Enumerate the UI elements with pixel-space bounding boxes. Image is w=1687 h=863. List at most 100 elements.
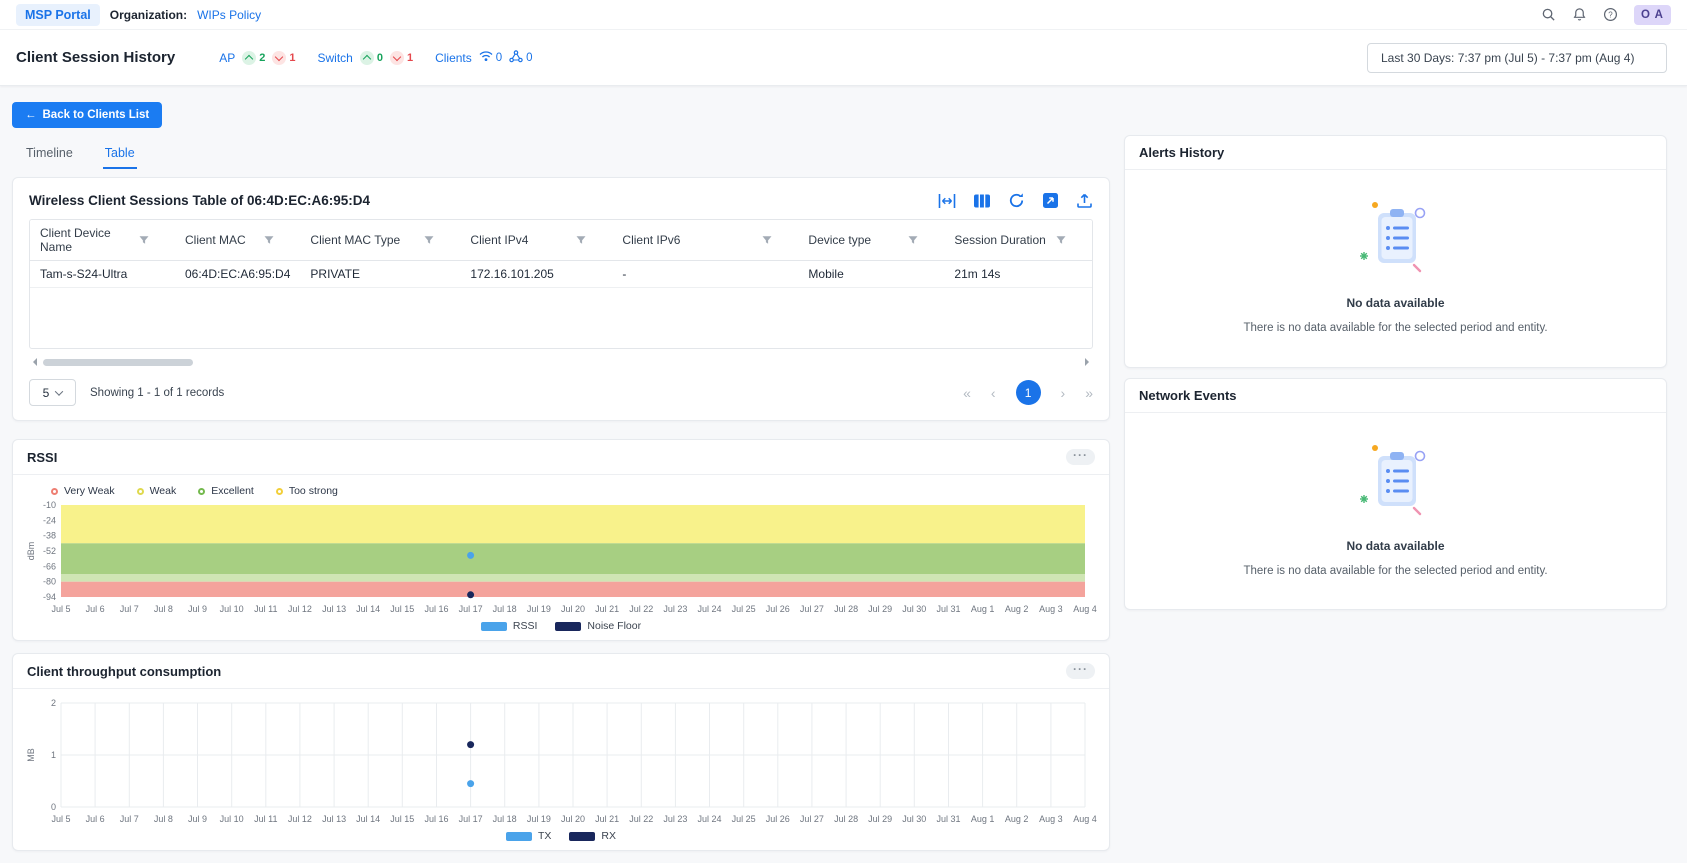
scroll-right-icon[interactable] (1085, 358, 1093, 366)
svg-text:MB: MB (26, 748, 36, 762)
next-page-button[interactable]: › (1061, 386, 1066, 400)
svg-text:Jul 12: Jul 12 (288, 814, 312, 824)
throughput-title: Client throughput consumption (27, 664, 221, 679)
no-data-title: No data available (1346, 296, 1444, 310)
svg-text:dBm: dBm (26, 542, 36, 561)
svg-text:Jul 12: Jul 12 (288, 604, 312, 614)
fit-columns-icon[interactable] (938, 193, 956, 209)
legend-item[interactable]: RSSI (481, 620, 538, 632)
ellipsis-menu-icon[interactable]: ··· (1066, 449, 1095, 465)
column-header[interactable]: Client IPv4 (460, 220, 612, 261)
wired-clients-count: 0 (526, 52, 532, 64)
up-chevron-icon (242, 51, 256, 65)
tab-table[interactable]: Table (103, 142, 137, 169)
svg-text:Jul 19: Jul 19 (527, 604, 551, 614)
svg-text:Jul 23: Jul 23 (663, 604, 687, 614)
table-row[interactable]: Tam-s-S24-Ultra06:4D:EC:A6:95:D4PRIVATE1… (30, 261, 1092, 288)
clients-stats: Clients 0 0 (435, 50, 533, 66)
svg-text:Jul 21: Jul 21 (595, 604, 619, 614)
svg-text:Jul 10: Jul 10 (220, 604, 244, 614)
scroll-left-icon[interactable] (29, 358, 37, 366)
svg-text:Jul 24: Jul 24 (697, 814, 721, 824)
svg-text:Aug 2: Aug 2 (1005, 814, 1029, 824)
wired-clients-badge: 0 (509, 50, 532, 66)
table-cell: 06:4D:EC:A6:95:D4 (175, 261, 300, 288)
filter-funnel-icon[interactable] (139, 235, 149, 245)
switch-label[interactable]: Switch (317, 51, 352, 65)
column-header[interactable]: Session Duration (944, 220, 1092, 261)
ellipsis-menu-icon[interactable]: ··· (1066, 663, 1095, 679)
scrollbar-track[interactable] (43, 358, 1079, 366)
column-header[interactable]: Client MAC Type (300, 220, 460, 261)
tab-timeline[interactable]: Timeline (24, 142, 75, 169)
page-header: Client Session History AP 2 1 Switch 0 1… (0, 30, 1687, 86)
previous-page-button[interactable]: ‹ (991, 386, 996, 400)
svg-text:Jul 25: Jul 25 (732, 604, 756, 614)
ap-down-badge: 1 (272, 51, 295, 65)
refresh-icon[interactable] (1008, 192, 1025, 209)
back-to-clients-button[interactable]: ← Back to Clients List (12, 102, 162, 128)
svg-text:Aug 4: Aug 4 (1073, 814, 1097, 824)
scrollbar-thumb[interactable] (43, 359, 193, 366)
data-point (467, 780, 474, 787)
date-range-picker[interactable]: Last 30 Days: 7:37 pm (Jul 5) - 7:37 pm … (1367, 43, 1667, 73)
msp-portal-button[interactable]: MSP Portal (16, 4, 100, 26)
filter-funnel-icon[interactable] (762, 235, 772, 245)
down-chevron-icon (390, 51, 404, 65)
filter-funnel-icon[interactable] (576, 235, 586, 245)
legend-label: Noise Floor (587, 620, 641, 632)
filter-funnel-icon[interactable] (1056, 235, 1066, 245)
filter-funnel-icon[interactable] (424, 235, 434, 245)
avatar[interactable]: O A (1634, 5, 1671, 25)
page-size-select[interactable]: 5 (29, 379, 76, 406)
search-icon[interactable] (1541, 7, 1556, 22)
svg-text:Jul 30: Jul 30 (902, 814, 926, 824)
sessions-table-header: Wireless Client Sessions Table of 06:4D:… (13, 178, 1109, 219)
chevron-down-icon (55, 387, 63, 395)
no-data-title: No data available (1346, 539, 1444, 553)
page-title: Client Session History (16, 49, 175, 66)
filter-funnel-icon[interactable] (264, 235, 274, 245)
records-count-text: Showing 1 - 1 of 1 records (90, 387, 224, 399)
legend-item[interactable]: Noise Floor (555, 620, 641, 632)
wifi-icon (479, 50, 493, 65)
column-header[interactable]: Device type (798, 220, 944, 261)
side-column: Alerts History (1124, 86, 1667, 610)
current-page-button[interactable]: 1 (1016, 380, 1041, 405)
ap-label[interactable]: AP (219, 51, 235, 65)
export-icon[interactable] (1042, 192, 1059, 209)
svg-text:Jul 14: Jul 14 (356, 814, 380, 824)
legend-item[interactable]: RX (569, 830, 616, 842)
band-legend-dot (51, 488, 58, 495)
svg-text:Aug 4: Aug 4 (1073, 604, 1097, 614)
organization-link[interactable]: WIPs Policy (197, 8, 261, 22)
table-header-row: Client Device Name Client MAC Client MAC T… (30, 220, 1092, 261)
wired-network-icon (509, 50, 523, 66)
network-events-title: Network Events (1139, 388, 1237, 403)
help-icon[interactable]: ? (1603, 7, 1618, 22)
svg-text:-94: -94 (43, 592, 56, 602)
svg-text:-80: -80 (43, 577, 56, 587)
column-header[interactable]: Client Device Name (30, 220, 175, 261)
first-page-button[interactable]: « (963, 386, 971, 400)
clients-label[interactable]: Clients (435, 51, 472, 65)
svg-text:Jul 6: Jul 6 (86, 814, 105, 824)
column-header-label: Client MAC Type (310, 233, 400, 247)
svg-text:Jul 6: Jul 6 (86, 604, 105, 614)
svg-text:Jul 28: Jul 28 (834, 814, 858, 824)
legend-item[interactable]: TX (506, 830, 551, 842)
column-header-label: Client Device Name (40, 226, 139, 254)
column-header[interactable]: Client MAC (175, 220, 300, 261)
column-header[interactable]: Client IPv6 (612, 220, 798, 261)
throughput-chart-area: 012Jul 5Jul 6Jul 7Jul 8Jul 9Jul 10Jul 11… (13, 689, 1109, 850)
down-chevron-icon (272, 51, 286, 65)
svg-text:Aug 2: Aug 2 (1005, 604, 1029, 614)
notification-bell-icon[interactable] (1572, 7, 1587, 22)
horizontal-scrollbar[interactable] (29, 357, 1093, 367)
last-page-button[interactable]: » (1085, 386, 1093, 400)
upload-icon[interactable] (1076, 192, 1093, 209)
throughput-card: Client throughput consumption ··· 012Jul… (12, 653, 1110, 851)
table-columns-icon[interactable] (973, 193, 991, 209)
band-legend-dot (137, 488, 144, 495)
filter-funnel-icon[interactable] (908, 235, 918, 245)
